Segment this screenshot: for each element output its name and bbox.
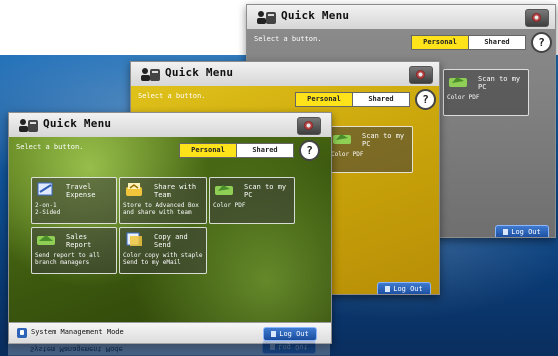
quick-menu-icon	[19, 119, 38, 132]
help-button[interactable]: ?	[531, 32, 552, 53]
travel-icon	[37, 182, 53, 196]
settings-icon[interactable]	[525, 9, 549, 27]
tile-scan-to-my-pc[interactable]: Scan to my PC Color PDF	[327, 126, 413, 173]
window-title: Quick Menu	[281, 9, 350, 22]
tab-personal[interactable]: Personal	[295, 92, 353, 107]
logout-button[interactable]: Log Out	[377, 282, 431, 294]
window-title: Quick Menu	[165, 66, 234, 79]
scan-icon	[449, 77, 467, 87]
tab-personal[interactable]: Personal	[179, 143, 237, 158]
tile-travel-expense[interactable]: Travel Expense 2-on-1 2-Sided	[31, 177, 117, 224]
window-content: Select a button. Personal Shared ? Trave…	[9, 137, 331, 343]
header-row: Select a button. Personal Shared ?	[131, 86, 439, 110]
instruction-text: Select a button.	[254, 35, 322, 43]
tile-desc: Color PDF	[331, 151, 364, 158]
tab-shared[interactable]: Shared	[468, 35, 526, 50]
help-button[interactable]: ?	[299, 140, 320, 161]
tile-copy-and-send[interactable]: Copy and Send Color copy with staple Sen…	[119, 227, 207, 274]
tile-title: Scan to my PC	[362, 132, 405, 148]
tile-sales-report[interactable]: Sales Report Send report to all branch m…	[31, 227, 117, 274]
tab-shared[interactable]: Shared	[236, 143, 294, 158]
logout-button[interactable]: Log Out	[263, 327, 317, 341]
tile-desc: 2-on-1 2-Sided	[35, 202, 61, 216]
tile-desc: Color PDF	[447, 94, 480, 101]
scan-icon	[215, 185, 233, 195]
quick-menu-window-front: Quick Menu Select a button. Personal Sha…	[8, 112, 332, 344]
system-icon	[17, 328, 27, 338]
scan-icon	[333, 134, 351, 144]
tile-desc: Color copy with staple Send to my eMail	[123, 252, 203, 266]
logout-button[interactable]: Log Out	[495, 225, 549, 237]
tile-desc: Color PDF	[213, 202, 246, 209]
tile-title: Share with Team	[154, 183, 197, 199]
help-button[interactable]: ?	[415, 89, 436, 110]
send-icon	[37, 235, 55, 245]
tile-desc: Store to Advanced Box and share with tea…	[123, 202, 199, 216]
reflection: System Management Mode Log Out	[8, 340, 330, 356]
share-icon	[126, 183, 142, 196]
tile-scan-to-my-pc[interactable]: Scan to my PC Color PDF	[443, 69, 529, 116]
settings-icon[interactable]	[409, 66, 433, 84]
titlebar: Quick Menu	[247, 5, 555, 30]
titlebar: Quick Menu	[131, 62, 439, 87]
tile-title: Travel Expense	[66, 183, 96, 199]
settings-icon[interactable]	[297, 117, 321, 135]
instruction-text: Select a button.	[138, 92, 206, 100]
titlebar: Quick Menu	[9, 113, 331, 138]
tile-desc: Send report to all branch managers	[35, 252, 101, 266]
header-row: Select a button. Personal Shared ?	[247, 29, 555, 53]
tile-scan-to-my-pc[interactable]: Scan to my PC Color PDF	[209, 177, 295, 224]
tile-title: Scan to my PC	[478, 75, 521, 91]
tile-share-with-team[interactable]: Share with Team Store to Advanced Box an…	[119, 177, 207, 224]
tile-title: Sales Report	[66, 233, 92, 249]
header-row: Select a button. Personal Shared ?	[9, 137, 331, 161]
window-title: Quick Menu	[43, 117, 112, 130]
tab-personal[interactable]: Personal	[411, 35, 469, 50]
tab-shared[interactable]: Shared	[352, 92, 410, 107]
quick-menu-icon	[141, 68, 160, 81]
tile-title: Scan to my PC	[244, 183, 287, 199]
instruction-text: Select a button.	[16, 143, 84, 151]
system-management-mode[interactable]: System Management Mode	[31, 328, 124, 336]
copy-icon	[126, 232, 142, 246]
quick-menu-icon	[257, 11, 276, 24]
tile-title: Copy and Send	[154, 233, 188, 249]
